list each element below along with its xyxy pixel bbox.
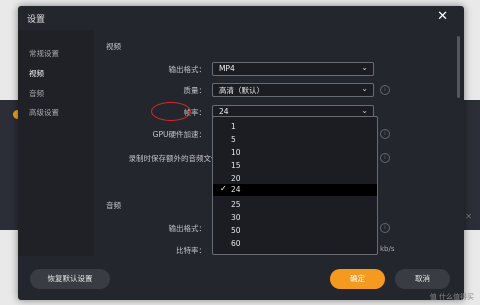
reset-defaults-button[interactable]: 恢复默认设置 (30, 269, 110, 289)
frame-rate-option[interactable]: 30 (213, 212, 377, 224)
frame-rate-option[interactable]: 60 (213, 238, 377, 250)
frame-rate-option[interactable]: 1 (213, 121, 377, 133)
option-label: 60 (231, 239, 241, 248)
video-section-title: 视频 (106, 42, 121, 51)
option-label: 24 (231, 185, 241, 194)
option-label: 10 (231, 148, 241, 157)
audio-section-title: 音频 (106, 201, 121, 210)
option-label: 30 (231, 213, 241, 222)
quality-select[interactable]: 高清（默认） ⌄ (212, 83, 374, 97)
watermark: 值 什么值得买 (429, 293, 474, 301)
bitrate-unit: kb/s (380, 245, 395, 253)
frame-rate-option[interactable]: 5 (213, 134, 377, 146)
ok-button[interactable]: 确定 (330, 269, 385, 289)
frame-rate-option[interactable]: 15 (213, 160, 377, 172)
dialog-titlebar: 设置 ✕ (18, 6, 464, 30)
sidebar-item-audio[interactable]: 音频 (29, 88, 44, 99)
option-label: 15 (231, 161, 241, 170)
dialog-title: 设置 (27, 15, 46, 25)
frame-rate-highlight-circle (151, 102, 191, 121)
frame-rate-option-selected[interactable]: ✓ 24 (213, 184, 377, 196)
video-output-format-select[interactable]: MP4 ⌄ (212, 62, 374, 76)
sidebar-item-video[interactable]: 视频 (29, 68, 44, 79)
background-close-icon: ✕ (465, 212, 472, 221)
record-audio-label: 录制时保存额外的音频文件： (128, 154, 227, 163)
video-output-format-label: 输出格式： (168, 65, 207, 74)
audio-format-info-icon[interactable]: i (380, 223, 390, 233)
frame-rate-option[interactable]: 10 (213, 147, 377, 159)
chevron-down-icon: ⌄ (361, 106, 368, 115)
option-label: 50 (231, 226, 241, 235)
bitrate-label: 比特率： (176, 246, 206, 255)
frame-rate-value: 24 (219, 107, 229, 116)
audio-output-format-label: 输出格式： (168, 224, 207, 233)
cancel-button[interactable]: 取消 (395, 269, 450, 289)
option-label: 25 (231, 200, 241, 209)
frame-rate-dropdown-list[interactable]: 1 5 10 15 20 ✓ 24 25 30 50 60 (212, 116, 378, 255)
gpu-info-icon[interactable]: i (380, 129, 390, 139)
record-audio-info-icon[interactable]: i (380, 153, 390, 163)
checkmark-icon: ✓ (220, 184, 227, 193)
chevron-down-icon: ⌄ (361, 63, 368, 72)
dialog-footer: 恢复默认设置 确定 取消 (18, 256, 464, 300)
video-output-format-value: MP4 (219, 64, 235, 73)
quality-info-icon[interactable]: i (380, 85, 390, 95)
frame-rate-option[interactable]: 50 (213, 225, 377, 237)
close-icon[interactable]: ✕ (437, 9, 448, 24)
quality-value: 高清（默认） (219, 86, 264, 95)
option-label: 1 (231, 122, 236, 131)
chevron-down-icon: ⌄ (361, 84, 368, 93)
sidebar-item-advanced[interactable]: 高级设置 (29, 107, 59, 118)
frame-rate-option[interactable]: 25 (213, 199, 377, 211)
sidebar-item-general[interactable]: 常规设置 (29, 48, 59, 59)
gpu-acceleration-label: GPU硬件加速： (152, 130, 206, 139)
content-scrollbar[interactable] (457, 36, 460, 98)
option-label: 5 (231, 135, 236, 144)
option-label: 20 (231, 174, 241, 183)
quality-label: 质量： (183, 86, 207, 95)
